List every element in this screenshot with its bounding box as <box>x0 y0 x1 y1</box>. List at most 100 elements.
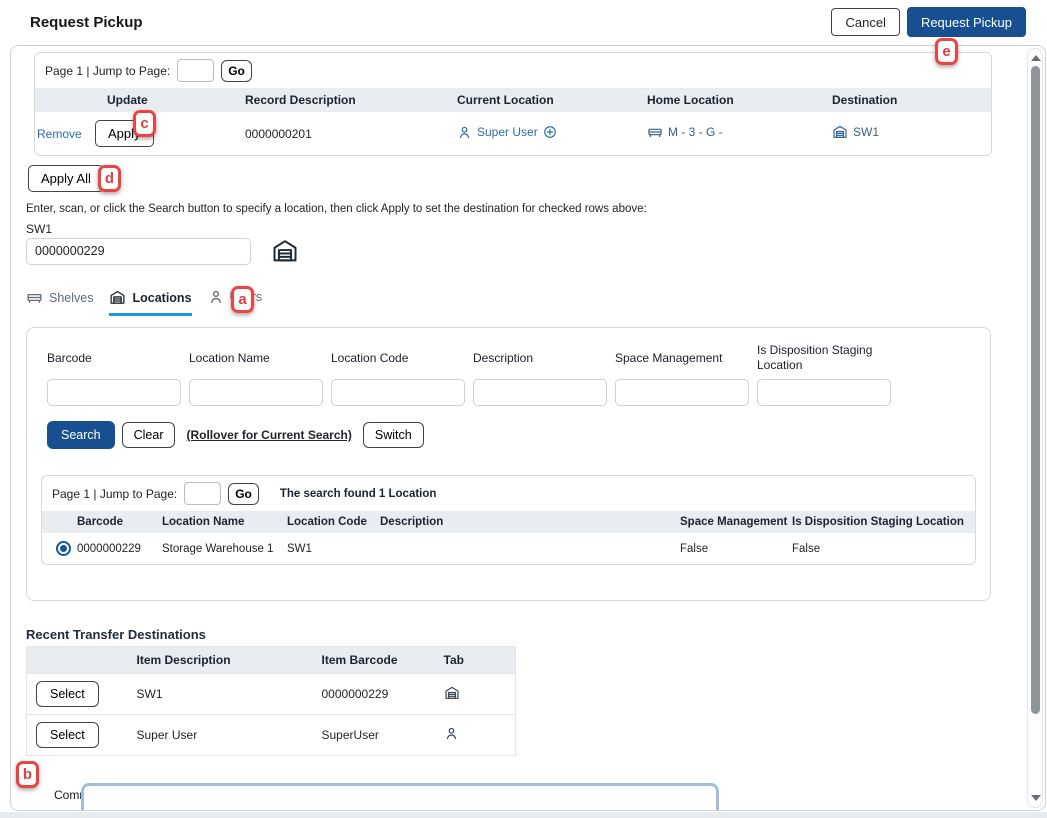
scrollbar-thumb[interactable] <box>1031 66 1040 714</box>
recent-header-row: Item Description Item Barcode Tab <box>27 647 516 674</box>
column-header-space-management: Space Management <box>680 511 792 533</box>
column-header-item-description: Item Description <box>137 647 322 674</box>
vertical-scrollbar[interactable] <box>1027 48 1043 808</box>
column-header-update: Update <box>95 88 245 112</box>
location-name-input[interactable] <box>189 379 323 406</box>
jump-to-page-input[interactable] <box>184 482 221 505</box>
page-bottom-strip <box>0 812 1047 818</box>
search-field-labels: Barcode Location Name Location Code Desc… <box>47 343 976 373</box>
annotation-a: a <box>231 286 254 313</box>
top-header: Request Pickup Cancel Request Pickup <box>0 0 1047 44</box>
pickup-table: Update Record Description Current Locati… <box>35 88 991 155</box>
jump-to-page-input[interactable] <box>177 59 214 82</box>
destination-cell: SW1 <box>832 124 879 140</box>
warehouse-icon[interactable] <box>271 237 299 265</box>
label-description: Description <box>473 351 607 366</box>
user-icon <box>444 726 459 741</box>
annotation-e: e <box>935 38 958 65</box>
page-title: Request Pickup <box>30 14 143 31</box>
space-management-input[interactable] <box>615 379 749 406</box>
select-column-header <box>27 647 137 674</box>
is-disposition-staging-location-input[interactable] <box>757 379 891 406</box>
pagination-label: Page 1 | Jump to Page: <box>52 487 177 501</box>
switch-button[interactable]: Switch <box>363 422 424 448</box>
results-header-row: Barcode Location Name Location Code Desc… <box>42 511 975 533</box>
cancel-button[interactable]: Cancel <box>831 8 899 36</box>
column-header-barcode: Barcode <box>77 511 162 533</box>
go-button[interactable]: Go <box>221 60 252 82</box>
location-code-input[interactable] <box>331 379 465 406</box>
main-panel: Page 1 | Jump to Page: Go Update Record … <box>10 45 1046 811</box>
label-is-disposition-staging-location: Is Disposition Staging Location <box>757 343 891 373</box>
record-description-cell: 0000000201 <box>245 112 457 155</box>
recent-transfer-destinations-title: Recent Transfer Destinations <box>26 627 206 642</box>
table-row: 0000000229 Storage Warehouse 1 SW1 False… <box>42 533 975 564</box>
recent-transfer-destinations-table: Item Description Item Barcode Tab Select… <box>26 646 516 756</box>
current-location-cell[interactable]: Super User <box>457 125 557 140</box>
comments-textarea[interactable] <box>81 783 719 811</box>
apply-all-button[interactable]: Apply All <box>28 165 104 192</box>
label-barcode: Barcode <box>47 351 181 366</box>
barcode-cell: 0000000229 <box>77 533 162 564</box>
instruction-text: Enter, scan, or click the Search button … <box>26 203 647 215</box>
selected-location-label: SW1 <box>26 222 52 236</box>
pickup-pagination: Page 1 | Jump to Page: Go <box>35 53 991 88</box>
scroll-down-arrow-icon[interactable] <box>1031 795 1041 801</box>
header-actions: Cancel Request Pickup <box>831 7 1026 37</box>
warehouse-icon <box>832 124 848 140</box>
column-header-is-disposition-staging-location: Is Disposition Staging Location <box>792 511 975 533</box>
user-icon <box>208 289 224 305</box>
barcode-input[interactable] <box>47 379 181 406</box>
table-row: Remove Apply 0000000201 Super User <box>35 112 991 155</box>
radio-column-header <box>42 511 77 533</box>
label-location-code: Location Code <box>331 351 465 366</box>
annotation-d: d <box>98 165 121 192</box>
search-button[interactable]: Search <box>47 421 115 449</box>
location-search-panel: Barcode Location Name Location Code Desc… <box>26 327 991 601</box>
results-pagination: Page 1 | Jump to Page: Go The search fou… <box>42 476 975 511</box>
column-header-location-code: Location Code <box>287 511 380 533</box>
item-description-cell: SW1 <box>137 674 322 715</box>
scroll-up-arrow-icon[interactable] <box>1031 55 1041 61</box>
description-input[interactable] <box>473 379 607 406</box>
label-space-management: Space Management <box>615 351 749 366</box>
row-radio-selected[interactable] <box>56 541 71 556</box>
user-icon <box>457 125 472 140</box>
pickup-table-header-row: Update Record Description Current Locati… <box>35 88 991 112</box>
table-row: Select SW1 0000000229 <box>27 674 516 715</box>
destination-input-row <box>26 237 299 265</box>
plus-circle-icon[interactable] <box>543 125 557 139</box>
space-management-cell: False <box>680 533 792 564</box>
request-pickup-button[interactable]: Request Pickup <box>907 7 1026 37</box>
destination-barcode-input[interactable] <box>26 238 251 265</box>
tab-locations[interactable]: Locations <box>109 289 191 316</box>
warehouse-icon <box>444 685 460 701</box>
column-header-current-location: Current Location <box>457 88 647 112</box>
pickup-items-section: Page 1 | Jump to Page: Go Update Record … <box>34 52 992 156</box>
location-code-cell: SW1 <box>287 533 380 564</box>
clear-button[interactable]: Clear <box>122 422 176 448</box>
column-header-record-description: Record Description <box>245 88 457 112</box>
go-button[interactable]: Go <box>228 483 259 505</box>
home-location-cell: M - 3 - G - <box>647 124 723 140</box>
rollover-current-search-link[interactable]: (Rollover for Current Search) <box>186 428 351 442</box>
is-disposition-staging-cell: False <box>792 533 975 564</box>
select-button[interactable]: Select <box>36 722 99 748</box>
table-row: Select Super User SuperUser <box>27 715 516 756</box>
search-buttons-row: Search Clear (Rollover for Current Searc… <box>47 421 976 449</box>
search-results-summary: The search found 1 Location <box>280 488 437 500</box>
item-barcode-cell: SuperUser <box>322 715 444 756</box>
annotation-c: c <box>133 110 156 137</box>
remove-column-header <box>35 88 95 112</box>
remove-link[interactable]: Remove <box>37 127 82 141</box>
select-button[interactable]: Select <box>36 681 99 707</box>
column-header-destination: Destination <box>832 88 991 112</box>
annotation-b: b <box>16 761 39 788</box>
shelf-icon <box>26 289 43 306</box>
search-results-section: Page 1 | Jump to Page: Go The search fou… <box>41 475 976 565</box>
tab-shelves[interactable]: Shelves <box>26 289 93 313</box>
search-field-inputs <box>47 379 976 406</box>
location-tabs: Shelves Locations Users <box>26 289 262 316</box>
location-name-cell: Storage Warehouse 1 <box>162 533 287 564</box>
column-header-tab: Tab <box>444 647 516 674</box>
